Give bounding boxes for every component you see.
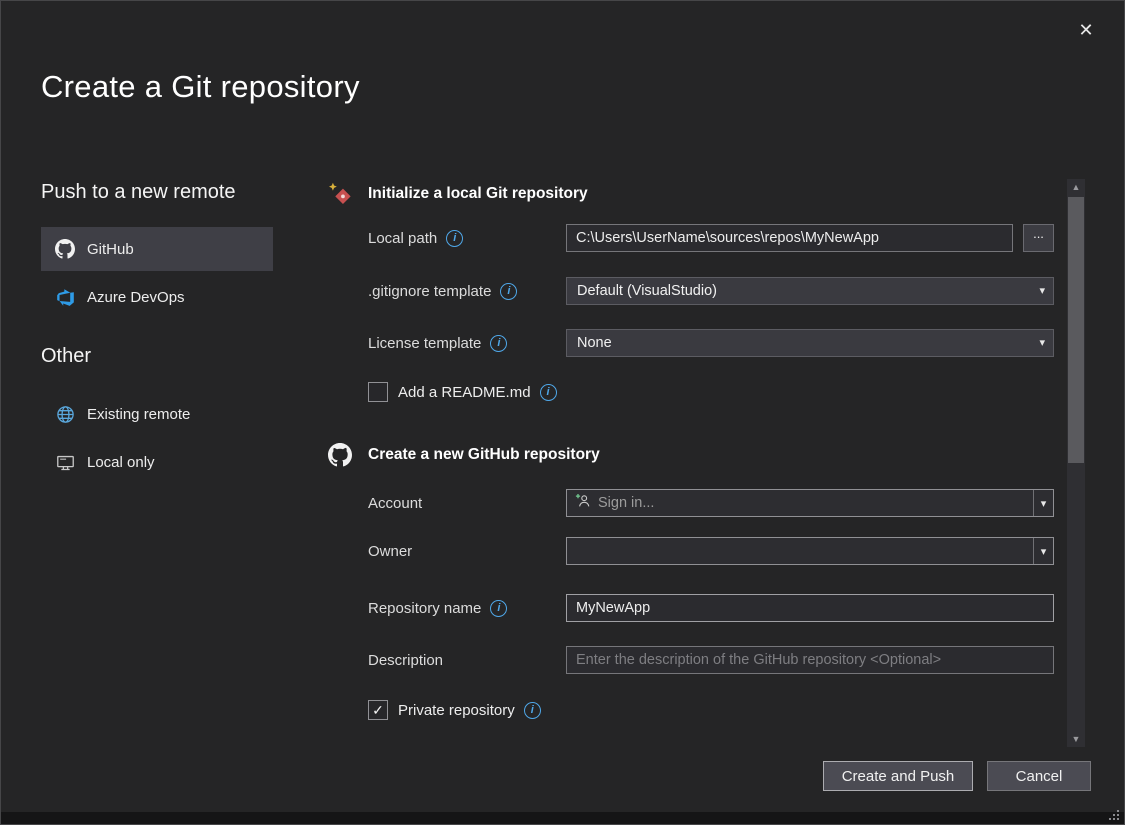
label-text: .gitignore template <box>368 283 491 300</box>
sidebar-item-label: Azure DevOps <box>87 289 185 306</box>
create-and-push-button[interactable]: Create and Push <box>823 761 973 791</box>
private-repo-checkbox[interactable]: ✓ <box>368 700 388 720</box>
account-row: Account Sign in... ▾ <box>368 488 1054 518</box>
description-row: Description <box>368 645 1054 675</box>
label-text: Account <box>368 495 422 512</box>
info-icon[interactable]: i <box>490 335 507 352</box>
section-title: Create a new GitHub repository <box>368 446 600 464</box>
repo-name-label: Repository name i <box>368 600 566 617</box>
sidebar-item-label: Existing remote <box>87 406 190 423</box>
gitignore-row: .gitignore template i Default (VisualStu… <box>368 276 1054 306</box>
bottom-strip <box>1 812 1124 824</box>
scroll-down-icon[interactable]: ▼ <box>1067 731 1085 747</box>
info-icon[interactable]: i <box>446 230 463 247</box>
scroll-up-icon[interactable]: ▲ <box>1067 179 1085 195</box>
license-label: License template i <box>368 335 566 352</box>
globe-icon <box>55 404 75 424</box>
readme-label: Add a README.md <box>398 384 531 401</box>
new-repository-icon <box>326 181 354 207</box>
chevron-down-icon: ▾ <box>1041 545 1047 558</box>
sidebar-item-label: GitHub <box>87 241 134 258</box>
chevron-down-icon: ▾ <box>1039 336 1045 349</box>
sidebar-item-label: Local only <box>87 454 155 471</box>
push-remote-heading: Push to a new remote <box>41 181 236 204</box>
info-icon[interactable]: i <box>490 600 507 617</box>
sidebar-item-existing-remote[interactable]: Existing remote <box>41 392 273 436</box>
description-control <box>566 646 1054 674</box>
description-input[interactable] <box>566 646 1054 674</box>
cancel-button[interactable]: Cancel <box>987 761 1091 791</box>
repo-name-control <box>566 594 1054 622</box>
label-text: Repository name <box>368 600 481 617</box>
resize-grip[interactable] <box>1117 818 1119 820</box>
license-dropdown[interactable]: None ▾ <box>566 329 1054 357</box>
combo-arrow-button[interactable]: ▾ <box>1033 538 1053 564</box>
azure-devops-icon <box>55 287 75 307</box>
label-text: Description <box>368 652 443 669</box>
chevron-down-icon: ▾ <box>1039 284 1045 297</box>
account-combo[interactable]: Sign in... ▾ <box>566 489 1054 517</box>
monitor-icon <box>55 452 75 472</box>
owner-control: ▾ <box>566 537 1054 565</box>
local-path-label: Local path i <box>368 230 566 247</box>
scrollbar-thumb[interactable] <box>1068 197 1084 463</box>
close-icon[interactable]: ✕ <box>1070 15 1102 45</box>
label-text: Owner <box>368 543 412 560</box>
gitignore-dropdown[interactable]: Default (VisualStudio) ▾ <box>566 277 1054 305</box>
description-label: Description <box>368 652 566 669</box>
account-label: Account <box>368 495 566 512</box>
info-icon[interactable]: i <box>524 702 541 719</box>
sidebar-item-github[interactable]: GitHub <box>41 227 273 271</box>
create-git-repository-dialog: ✕ Create a Git repository Push to a new … <box>0 0 1125 825</box>
page-title: Create a Git repository <box>41 69 360 105</box>
combo-arrow-button[interactable]: ▾ <box>1033 490 1053 516</box>
github-icon <box>326 442 354 468</box>
gitignore-label: .gitignore template i <box>368 283 566 300</box>
footer: Create and Push Cancel <box>823 761 1091 791</box>
local-path-row: Local path i ... <box>368 223 1054 253</box>
owner-row: Owner ▾ <box>368 536 1054 566</box>
readme-checkbox[interactable] <box>368 382 388 402</box>
label-text: License template <box>368 335 481 352</box>
owner-label: Owner <box>368 543 566 560</box>
sidebar-item-azure-devops[interactable]: Azure DevOps <box>41 275 273 319</box>
repo-name-row: Repository name i <box>368 593 1054 623</box>
section-title: Initialize a local Git repository <box>368 185 588 203</box>
main-content: Initialize a local Git repository Local … <box>326 179 1054 757</box>
browse-button[interactable]: ... <box>1023 224 1054 252</box>
license-control: None ▾ <box>566 329 1054 357</box>
repo-name-input[interactable] <box>566 594 1054 622</box>
info-icon[interactable]: i <box>540 384 557 401</box>
local-path-input[interactable] <box>566 224 1013 252</box>
info-icon[interactable]: i <box>500 283 517 300</box>
dropdown-value: Default (VisualStudio) <box>577 283 717 299</box>
create-github-repo-header: Create a new GitHub repository <box>326 442 600 468</box>
dropdown-value: None <box>577 335 612 351</box>
label-text: Local path <box>368 230 437 247</box>
chevron-down-icon: ▾ <box>1041 497 1047 510</box>
account-value: Sign in... <box>598 495 654 511</box>
init-local-repo-header: Initialize a local Git repository <box>326 181 588 207</box>
sidebar-item-local-only[interactable]: Local only <box>41 440 273 484</box>
account-control: Sign in... ▾ <box>566 489 1054 517</box>
private-repo-row: ✓ Private repository i <box>368 695 1054 725</box>
gitignore-control: Default (VisualStudio) ▾ <box>566 277 1054 305</box>
scrollbar[interactable]: ▲ ▼ <box>1067 179 1085 747</box>
person-add-icon <box>575 493 591 514</box>
license-row: License template i None ▾ <box>368 328 1054 358</box>
github-icon <box>55 239 75 259</box>
other-heading: Other <box>41 345 91 368</box>
readme-row: Add a README.md i <box>368 377 1054 407</box>
owner-combo[interactable]: ▾ <box>566 537 1054 565</box>
local-path-control: ... <box>566 224 1054 252</box>
private-repo-label: Private repository <box>398 702 515 719</box>
